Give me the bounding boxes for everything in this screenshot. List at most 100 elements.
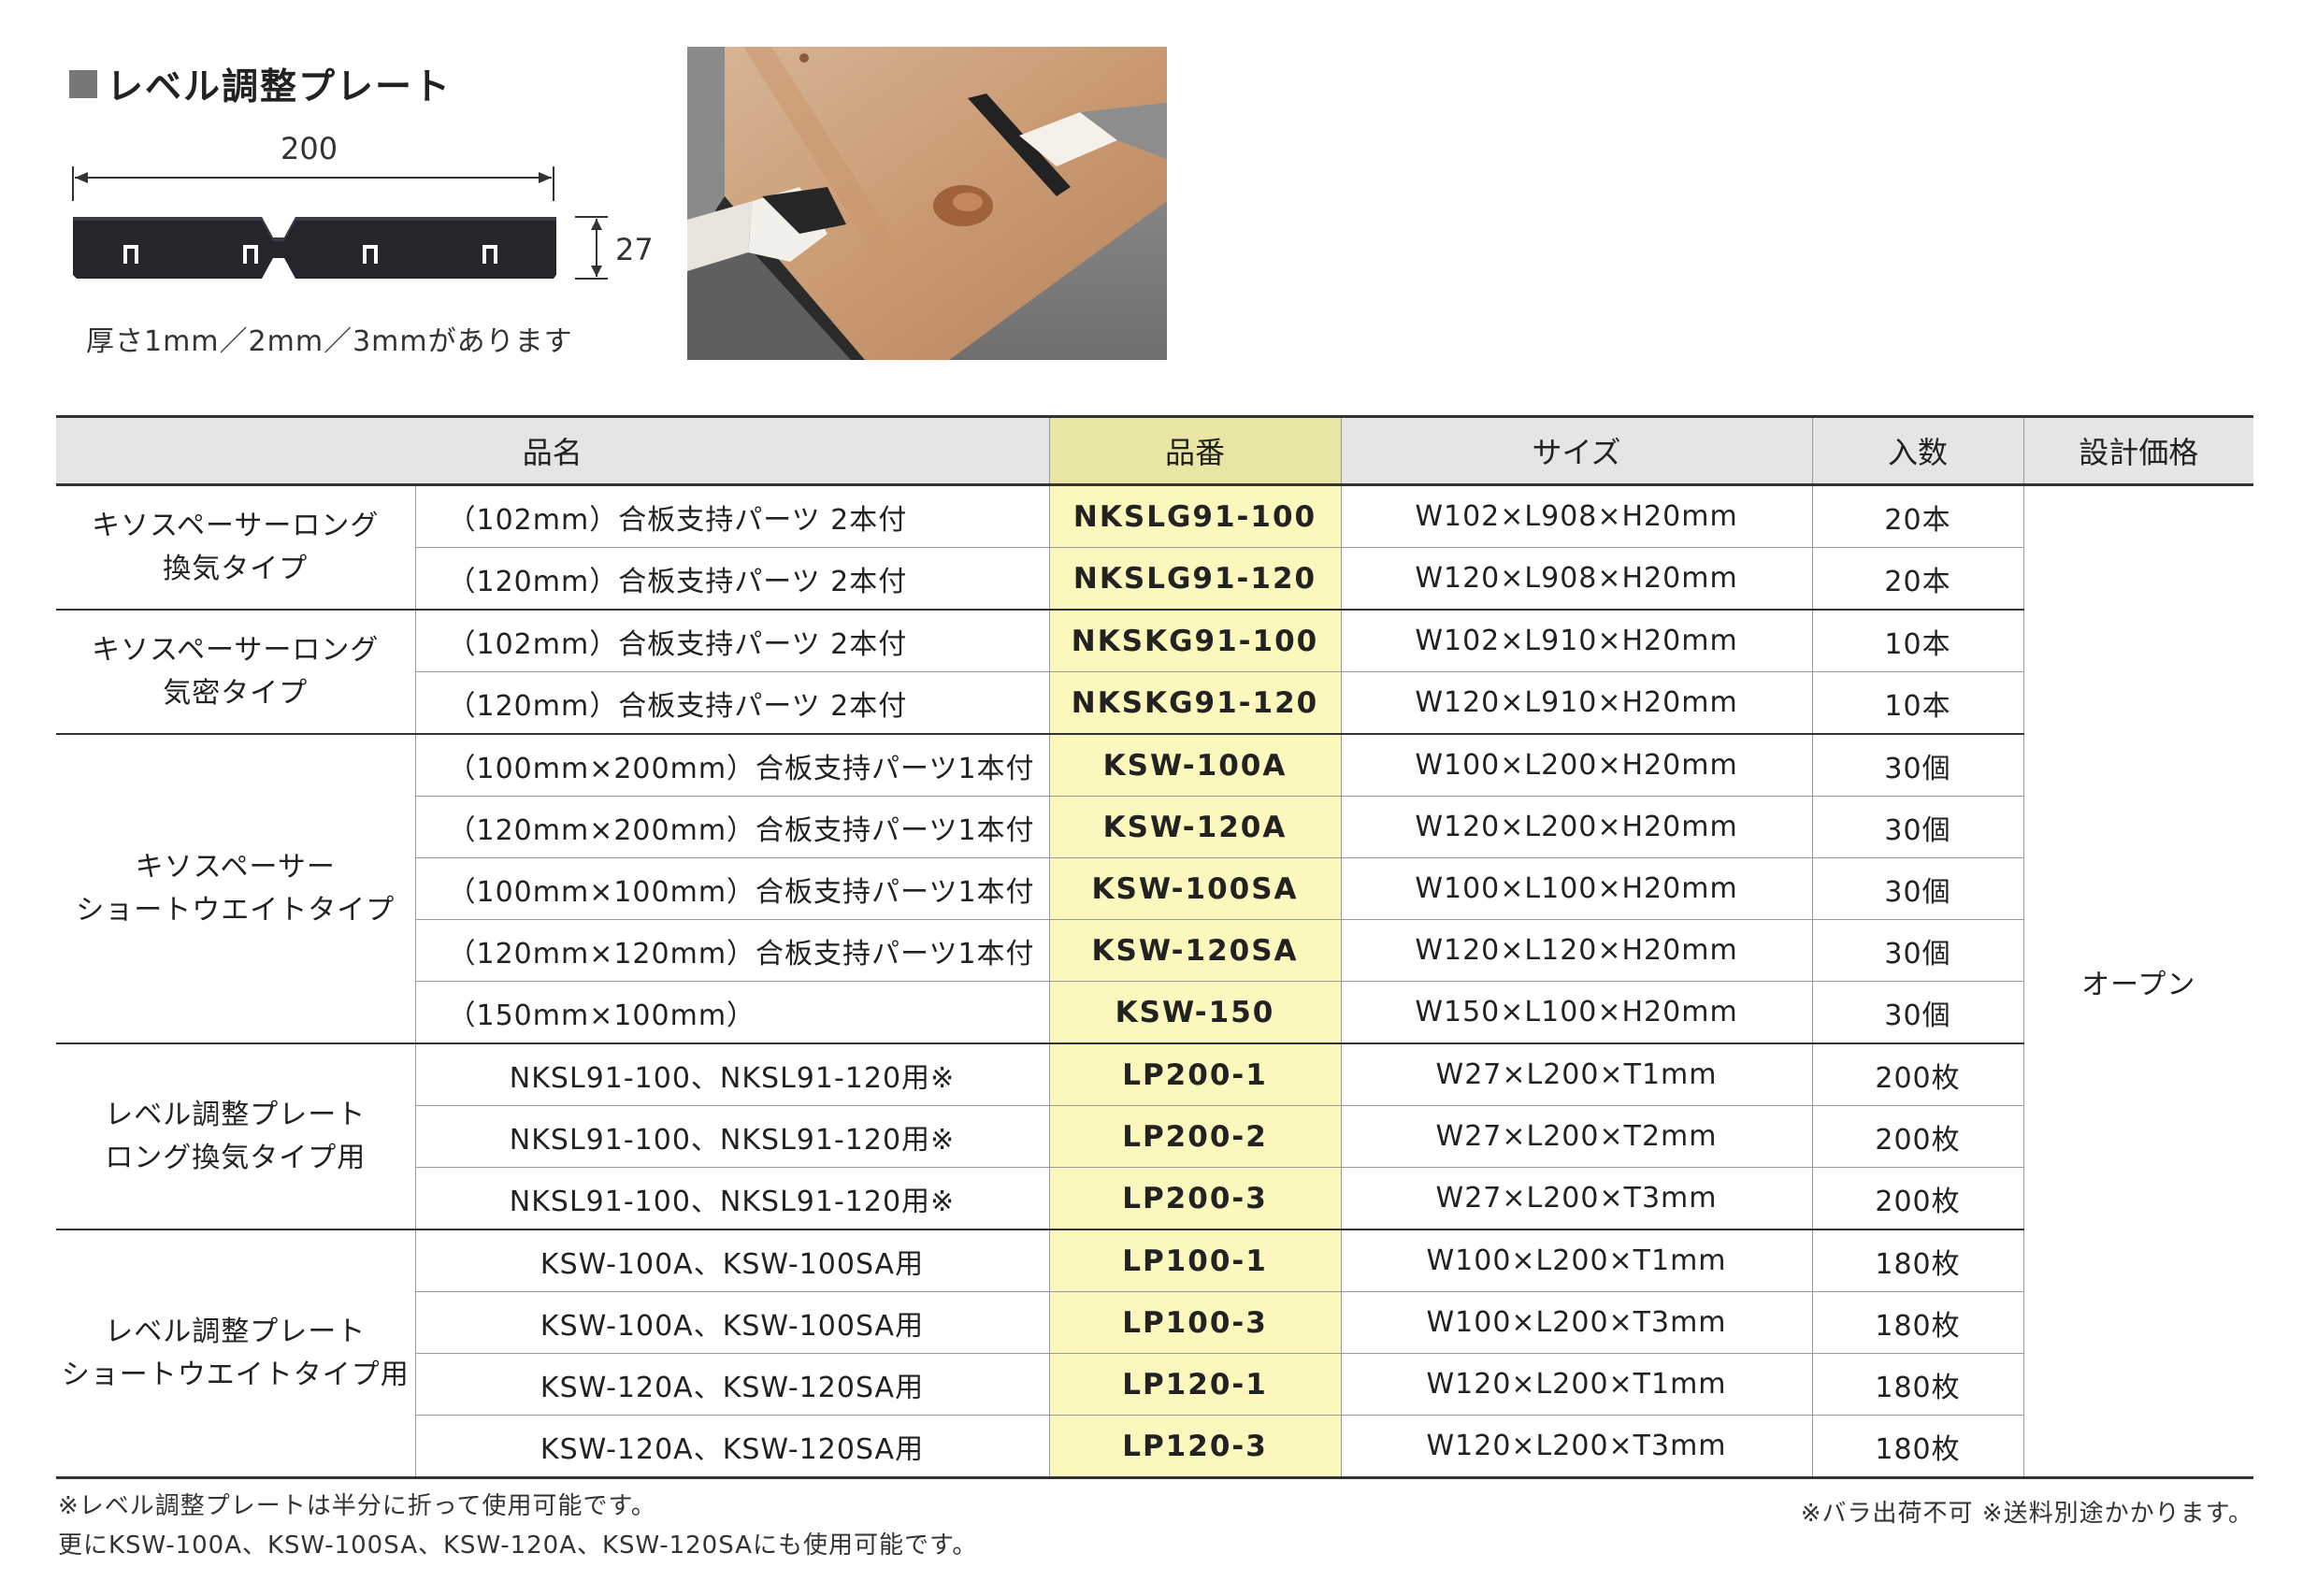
header-price: 設計価格	[2022, 415, 2254, 486]
product-code: LP200-3	[1048, 1167, 1342, 1230]
product-quantity: 10本	[1811, 671, 2024, 735]
product-code: LP120-1	[1048, 1353, 1342, 1416]
category-line: 気密タイプ	[163, 676, 309, 710]
product-size: W102×L910×H20mm	[1340, 610, 1813, 672]
product-size: W120×L200×T1mm	[1340, 1353, 1813, 1416]
category-cell: レベル調整プレートショートウエイトタイプ用	[56, 1229, 415, 1479]
product-code: LP200-2	[1048, 1105, 1342, 1168]
category-line: キソスペーサーロング	[92, 509, 380, 542]
product-quantity: 30個	[1811, 857, 2024, 920]
product-code: NKSKG91-100	[1048, 610, 1342, 672]
product-description: KSW-120A、KSW-120SA用	[414, 1415, 1050, 1479]
product-quantity: 20本	[1811, 547, 2024, 611]
product-description: KSW-120A、KSW-120SA用	[414, 1353, 1050, 1416]
table-row: キソスペーサーロング 換気タイプ （102mm）合板支持パーツ 2本付 NKSLG91…	[56, 484, 2254, 1479]
product-description: （102mm）合板支持パーツ 2本付	[414, 484, 1050, 548]
product-description: （120mm）合板支持パーツ 2本付	[414, 547, 1050, 611]
product-table: 品名 品番 サイズ 入数 設計価格 キソスペーサーロング 換気タイプ （102mm）…	[56, 415, 2254, 1479]
product-code: NKSLG91-120	[1048, 547, 1342, 611]
category-cell: キソスペーサーロング 気密タイプ	[56, 610, 415, 735]
product-description: （102mm）合板支持パーツ 2本付	[414, 610, 1050, 672]
product-description: （150mm×100mm）	[414, 981, 1050, 1044]
product-code: LP100-3	[1048, 1291, 1342, 1354]
product-code: KSW-100A	[1048, 734, 1342, 797]
product-description: KSW-100A、KSW-100SA用	[414, 1229, 1050, 1292]
product-quantity: 200枚	[1811, 1105, 2024, 1168]
category-line: ロング換気タイプ用	[105, 1141, 367, 1174]
product-code: NKSKG91-120	[1048, 671, 1342, 735]
price-cell: オープン	[2022, 484, 2254, 1479]
product-size: W120×L120×H20mm	[1340, 919, 1813, 982]
product-quantity: 180枚	[1811, 1229, 2024, 1292]
header-code: 品番	[1048, 415, 1342, 486]
footnote-shipping: ※バラ出荷不可 ※送料別途かかります。	[1800, 1500, 2253, 1528]
product-quantity: 180枚	[1811, 1291, 2024, 1354]
product-size: W120×L200×H20mm	[1340, 796, 1813, 858]
product-size: W102×L908×H20mm	[1340, 484, 1813, 548]
product-description: （120mm）合板支持パーツ 2本付	[414, 671, 1050, 735]
product-description: KSW-100A、KSW-100SA用	[414, 1291, 1050, 1354]
product-size: W100×L200×T1mm	[1340, 1229, 1813, 1292]
section-title: レベル調整プレート	[107, 66, 453, 108]
product-quantity: 200枚	[1811, 1043, 2024, 1106]
category-line: レベル調整プレート	[105, 1098, 367, 1131]
product-code: KSW-100SA	[1048, 857, 1342, 920]
product-quantity: 180枚	[1811, 1415, 2024, 1479]
square-bullet-icon	[69, 70, 97, 98]
product-code: KSW-120A	[1048, 796, 1342, 858]
product-description: NKSL91-100、NKSL91-120用※	[414, 1105, 1050, 1168]
product-quantity: 20本	[1811, 484, 2024, 548]
level-plate-diagram	[72, 166, 608, 280]
product-description: （100mm×200mm）合板支持パーツ1本付	[414, 734, 1050, 797]
category-cell: レベル調整プレート ロング換気タイプ用	[56, 1043, 415, 1230]
product-size: W100×L200×T3mm	[1340, 1291, 1813, 1354]
table-row: レベル調整プレート ショートウエイトタイプ用 KSW-100A、KSW-100SA用…	[56, 1229, 2253, 1479]
product-size: W100×L200×H20mm	[1340, 734, 1813, 797]
table-header-row: 品名 品番 サイズ 入数 設計価格	[56, 415, 2254, 486]
product-code: LP100-1	[1048, 1229, 1342, 1292]
category-line: レベル調整プレート	[105, 1315, 367, 1348]
installation-photo	[687, 47, 1167, 360]
product-code: NKSLG91-100	[1048, 484, 1342, 548]
section-heading: レベル調整プレート	[69, 58, 452, 110]
header-size: サイズ	[1340, 415, 1813, 486]
product-size: W120×L200×T3mm	[1340, 1415, 1813, 1479]
product-size: W150×L100×H20mm	[1340, 981, 1813, 1044]
product-description: （100mm×100mm）合板支持パーツ1本付	[414, 857, 1050, 920]
product-code: KSW-120SA	[1048, 919, 1342, 982]
product-size: W120×L910×H20mm	[1340, 671, 1813, 735]
footnote-fold: ※レベル調整プレートは半分に折って使用可能です。	[58, 1492, 656, 1520]
product-description: NKSL91-100、NKSL91-120用※	[414, 1167, 1050, 1230]
product-size: W27×L200×T1mm	[1340, 1043, 1813, 1106]
table-row: レベル調整プレート ロング換気タイプ用 NKSL91-100、NKSL91-120用…	[56, 1043, 2253, 1230]
product-quantity: 10本	[1811, 610, 2024, 672]
category-line: 換気タイプ	[163, 552, 309, 585]
product-code: KSW-150	[1048, 981, 1342, 1044]
product-description: （120mm×200mm）合板支持パーツ1本付	[414, 796, 1050, 858]
category-cell: キソスペーサーロング 換気タイプ	[56, 484, 415, 611]
thickness-note: 厚さ1mm／2mm／3mmがあります	[86, 325, 573, 358]
product-quantity: 30個	[1811, 919, 2024, 982]
category-cell: キソスペーサーショートウエイトタイプ	[56, 734, 415, 1044]
product-quantity: 180枚	[1811, 1353, 2024, 1416]
category-line: キソスペーサーロング	[92, 633, 380, 667]
product-quantity: 200枚	[1811, 1167, 2024, 1230]
product-description: （120mm×120mm）合板支持パーツ1本付	[414, 919, 1050, 982]
table-row: キソスペーサーロング 気密タイプ （102mm）合板支持パーツ 2本付 NKSKG91…	[56, 610, 2253, 735]
category-line: ショートウエイトタイプ	[76, 893, 396, 927]
product-description: NKSL91-100、NKSL91-120用※	[414, 1043, 1050, 1106]
category-line: キソスペーサー	[135, 850, 336, 884]
product-size: W120×L908×H20mm	[1340, 547, 1813, 611]
product-code: LP200-1	[1048, 1043, 1342, 1106]
header-name: 品名	[56, 415, 1050, 486]
product-quantity: 30個	[1811, 981, 2024, 1044]
product-size: W27×L200×T2mm	[1340, 1105, 1813, 1168]
footnote-compat: 更にKSW-100A、KSW-100SA、KSW-120A、KSW-120SAに…	[58, 1531, 978, 1560]
table-row: キソスペーサー ショートウエイトタイプ （100mm×200mm）合板支持パーツ1本…	[56, 734, 2253, 1044]
header-quantity: 入数	[1811, 415, 2024, 486]
product-code: LP120-3	[1048, 1415, 1342, 1479]
product-size: W27×L200×T3mm	[1340, 1167, 1813, 1230]
category-line: ショートウエイトタイプ用	[61, 1358, 410, 1391]
product-quantity: 30個	[1811, 796, 2024, 858]
product-quantity: 30個	[1811, 734, 2024, 797]
